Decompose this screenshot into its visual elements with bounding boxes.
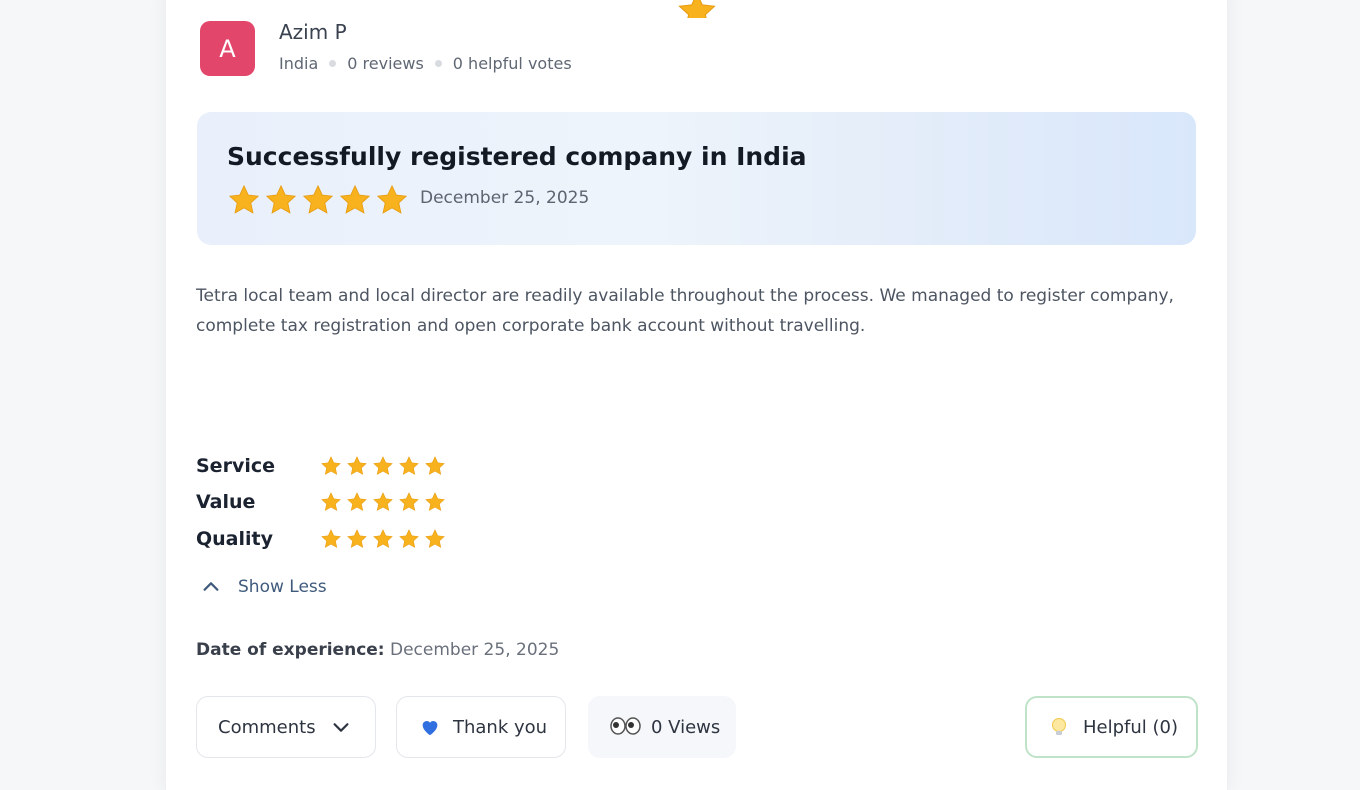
- star-icon: [265, 184, 297, 214]
- rating-row-value: Value: [196, 491, 446, 513]
- avatar: A: [200, 21, 255, 76]
- star-icon: [347, 456, 367, 475]
- star-icon: [376, 184, 408, 214]
- rating-label: Quality: [196, 528, 273, 550]
- author-review-count: 0 reviews: [347, 54, 424, 73]
- review-date: December 25, 2025: [420, 188, 590, 208]
- star-icon: [228, 184, 260, 214]
- thank-you-button[interactable]: Thank you: [396, 696, 566, 758]
- rating-row-service: Service: [196, 455, 446, 477]
- views-label: 0 Views: [651, 716, 721, 738]
- star-icon: [339, 184, 371, 214]
- date-of-experience-label: Date of experience:: [196, 640, 385, 660]
- author-meta: India 0 reviews 0 helpful votes: [279, 54, 572, 73]
- rating-stars: [320, 455, 446, 477]
- chevron-down-icon: [333, 723, 349, 732]
- views-count: 0 Views: [588, 696, 736, 758]
- eyes-icon: [610, 717, 641, 735]
- avatar-initial: A: [219, 34, 236, 63]
- star-icon: [321, 529, 341, 548]
- review-title: Successfully registered company in India: [227, 142, 807, 171]
- separator-dot: [434, 60, 442, 67]
- star-icon: [399, 529, 419, 548]
- rating-label: Value: [196, 491, 256, 513]
- star-icon: [399, 492, 419, 511]
- star-icon: [425, 456, 445, 475]
- star-icon: [302, 184, 334, 214]
- star-icon: [425, 529, 445, 548]
- lightbulb-icon: [1052, 718, 1066, 735]
- comments-button[interactable]: Comments: [196, 696, 376, 758]
- rating-stars: [320, 528, 446, 550]
- date-of-experience: Date of experience: December 25, 2025: [196, 640, 559, 660]
- show-less-label: Show Less: [238, 577, 327, 597]
- show-less-toggle[interactable]: Show Less: [200, 576, 327, 598]
- date-of-experience-value: December 25, 2025: [390, 640, 560, 660]
- star-icon: [373, 456, 393, 475]
- star-icon: [373, 529, 393, 548]
- author-country: India: [279, 54, 319, 73]
- star-icon: [347, 492, 367, 511]
- rating-label: Service: [196, 455, 275, 477]
- author-name[interactable]: Azim P: [279, 20, 347, 44]
- rating-stars: [320, 491, 446, 513]
- separator-dot: [329, 60, 337, 67]
- helpful-button[interactable]: Helpful (0): [1025, 696, 1198, 758]
- review-header-panel: [197, 112, 1196, 245]
- star-icon: [347, 529, 367, 548]
- review-body: Tetra local team and local director are …: [196, 286, 1174, 336]
- star-icon: [321, 456, 341, 475]
- star-icon: [399, 456, 419, 475]
- star-icon: [676, 0, 718, 18]
- thank-you-label: Thank you: [453, 716, 548, 738]
- overall-rating-stars: [227, 183, 409, 217]
- rating-row-quality: Quality: [196, 528, 446, 550]
- blue-heart-icon: [422, 721, 438, 736]
- chevron-up-icon: [203, 582, 219, 591]
- author-helpful-votes: 0 helpful votes: [452, 54, 572, 73]
- star-icon: [425, 492, 445, 511]
- star-icon: [373, 492, 393, 511]
- comments-label: Comments: [218, 716, 316, 738]
- star-icon: [321, 492, 341, 511]
- helpful-label: Helpful (0): [1083, 716, 1179, 738]
